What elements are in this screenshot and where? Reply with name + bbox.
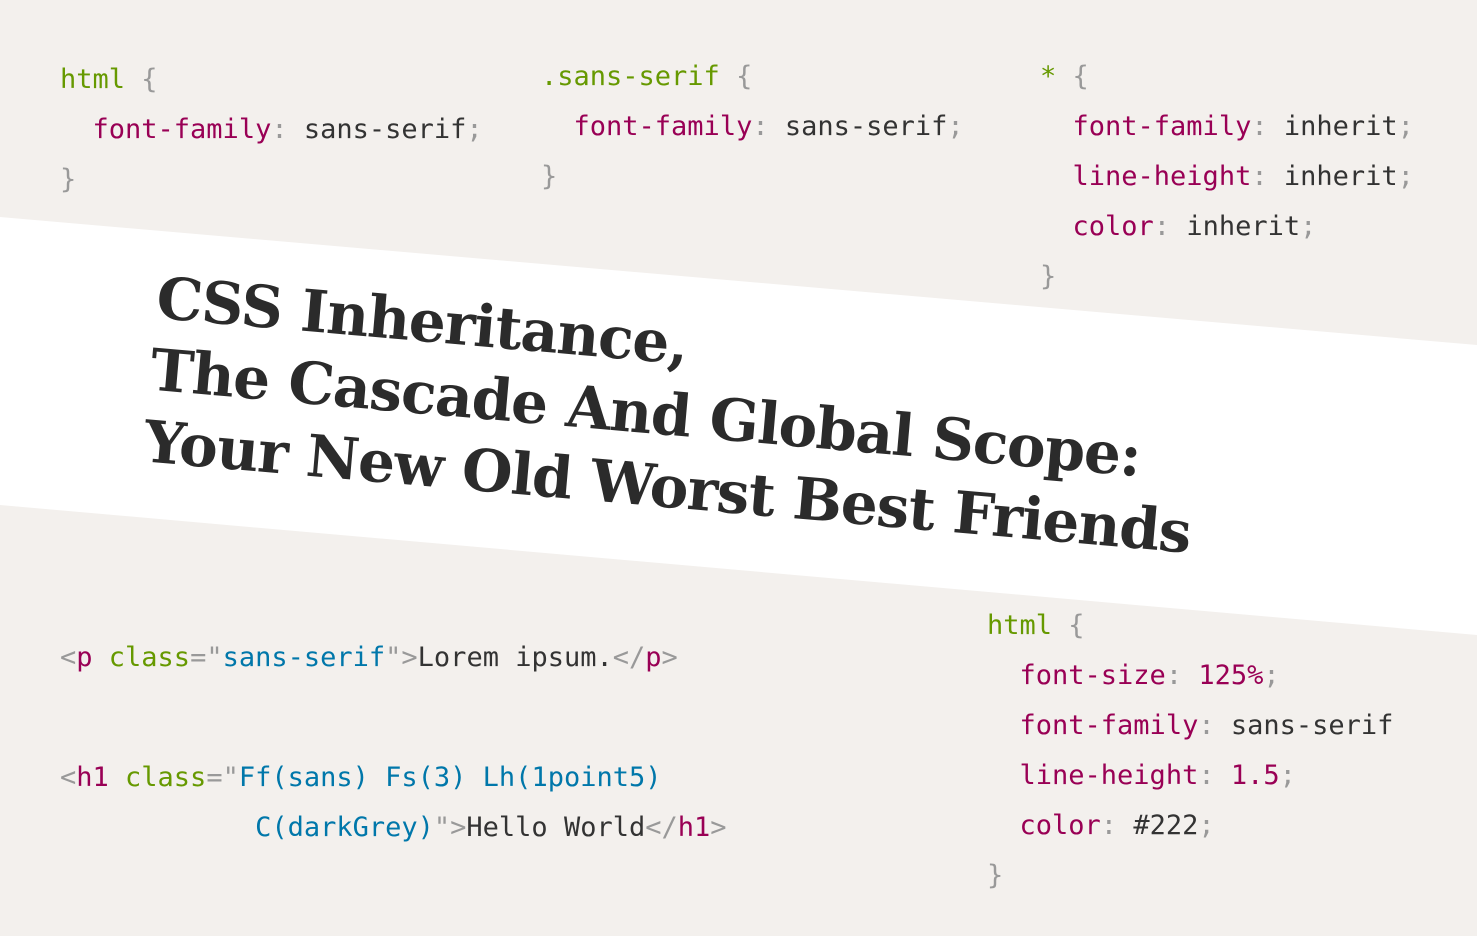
css-value: inherit	[1170, 211, 1301, 242]
end-tag-name: h1	[677, 812, 711, 843]
semicolon: ;	[1198, 810, 1215, 841]
attr-name: class	[108, 762, 207, 793]
attr-close-quote: ">	[433, 812, 467, 843]
colon: :	[1198, 760, 1215, 791]
end-tag-close: >	[661, 642, 678, 673]
open-brace: {	[125, 64, 158, 95]
close-brace: }	[60, 164, 77, 195]
attr-equals: ="	[190, 642, 223, 673]
semicolon: ;	[466, 114, 483, 145]
colon: :	[271, 114, 288, 145]
close-brace: }	[1040, 261, 1057, 292]
css-selector: *	[1040, 61, 1057, 92]
tag-open-bracket: <	[60, 762, 77, 793]
tag-name: p	[76, 642, 93, 673]
attr-value-line-1: Ff(sans) Fs(3) Lh(1point5)	[238, 762, 662, 793]
end-tag-open: </	[612, 642, 646, 673]
code-snippet-h1-markup: <h1 class="Ff(sans) Fs(3) Lh(1point5) C(…	[60, 753, 727, 853]
colon: :	[1165, 660, 1183, 691]
css-value: inherit	[1267, 161, 1398, 192]
css-value: 125%	[1182, 660, 1264, 691]
colon: :	[1198, 710, 1215, 741]
semicolon: ;	[1279, 760, 1296, 791]
close-brace: }	[541, 161, 558, 192]
css-value: sans-serif	[1214, 710, 1394, 741]
css-property: line-height	[1072, 161, 1252, 192]
css-property: font-family	[573, 111, 753, 142]
tag-open-bracket: <	[60, 642, 77, 673]
element-text: Lorem ipsum.	[417, 642, 613, 673]
code-snippet-html-sans: html { font-family: sans-serif;}	[60, 55, 483, 205]
semicolon: ;	[1397, 111, 1414, 142]
code-snippet-html-full: html { font-size: 125%; font-family: san…	[987, 601, 1393, 901]
end-tag-close: >	[710, 812, 727, 843]
colon: :	[1251, 111, 1268, 142]
code-snippet-class-sans: .sans-serif { font-family: sans-serif;}	[541, 52, 964, 202]
css-value: #222	[1117, 810, 1199, 841]
element-text: Hello World	[466, 812, 646, 843]
code-snippet-universal: * { font-family: inherit; line-height: i…	[1040, 52, 1414, 302]
css-selector: html	[987, 610, 1053, 641]
semicolon: ;	[1397, 161, 1414, 192]
attr-equals: ="	[206, 762, 239, 793]
css-property: font-size	[1019, 660, 1166, 691]
css-value: inherit	[1267, 111, 1398, 142]
attr-close-quote: ">	[385, 642, 418, 673]
attr-value-line-2: C(darkGrey)	[255, 812, 434, 843]
css-value: 1.5	[1214, 760, 1280, 791]
attr-name: class	[92, 642, 191, 673]
css-property: font-family	[1072, 111, 1252, 142]
tag-name: h1	[76, 762, 109, 793]
end-tag-open: </	[645, 812, 678, 843]
css-value: sans-serif	[287, 114, 467, 145]
css-property: color	[1019, 810, 1101, 841]
css-property: font-family	[92, 114, 272, 145]
colon: :	[1100, 810, 1118, 841]
semicolon: ;	[1300, 211, 1317, 242]
code-snippet-p-markup: <p class="sans-serif">Lorem ipsum.</p>	[60, 633, 678, 683]
colon: :	[1251, 161, 1268, 192]
open-brace: {	[1052, 610, 1085, 641]
semicolon: ;	[1263, 660, 1280, 691]
attr-value: sans-serif	[222, 642, 386, 673]
colon: :	[1153, 211, 1171, 242]
css-property: font-family	[1019, 710, 1199, 741]
open-brace: {	[1056, 61, 1089, 92]
colon: :	[752, 111, 769, 142]
close-brace: }	[987, 860, 1004, 891]
css-selector: html	[60, 64, 126, 95]
css-selector: .sans-serif	[541, 61, 720, 92]
end-tag-name: p	[645, 642, 662, 673]
css-property: color	[1072, 211, 1154, 242]
open-brace: {	[719, 61, 753, 92]
css-value: sans-serif	[768, 111, 948, 142]
semicolon: ;	[947, 111, 964, 142]
css-property: line-height	[1019, 760, 1199, 791]
